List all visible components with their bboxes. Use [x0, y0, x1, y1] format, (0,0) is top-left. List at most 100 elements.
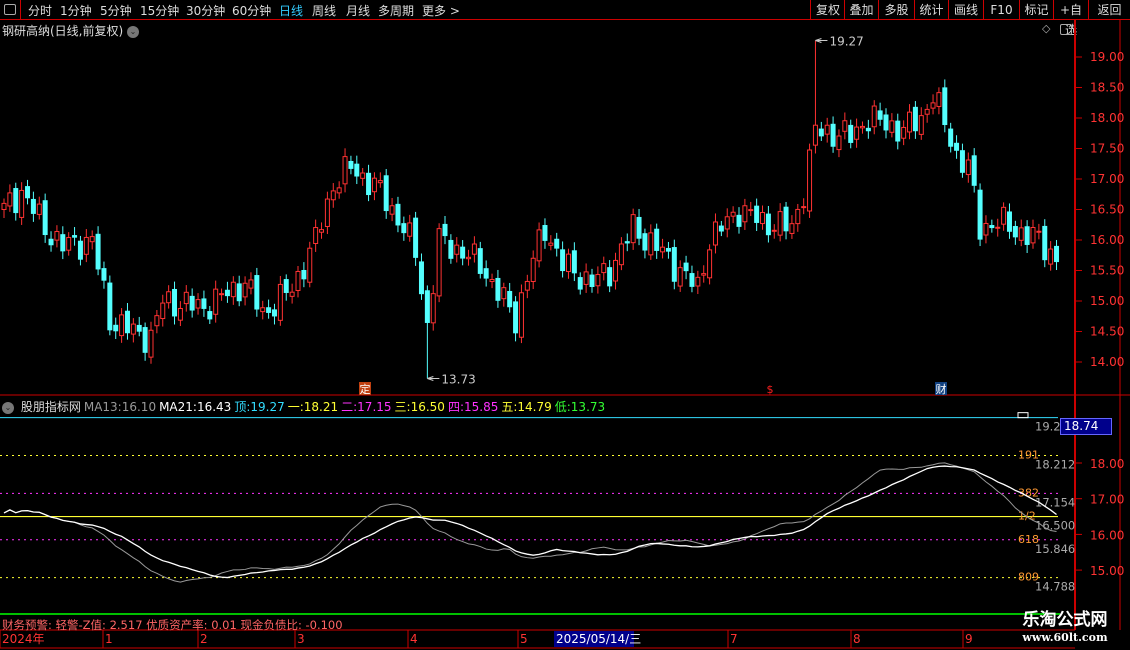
candle-body: [701, 273, 707, 276]
candle-body: [554, 238, 560, 249]
candle-body: [595, 274, 601, 287]
candle-body: [213, 288, 219, 315]
candle-body: [348, 160, 354, 169]
watermark-logo: 乐淘公式网 www.60lt.com: [1022, 610, 1108, 644]
candle-body: [319, 229, 325, 233]
candle-body: [854, 126, 860, 140]
price-tick-label: 14.50: [1090, 325, 1124, 339]
candle-body: [924, 108, 930, 115]
indicator-tick-label: 16.00: [1090, 528, 1124, 542]
candle-body: [13, 188, 19, 214]
candle-body: [389, 205, 395, 215]
candle-body: [654, 228, 660, 251]
fib-label: 809: [1018, 571, 1039, 584]
candle-body: [583, 271, 589, 285]
candle-body: [1018, 227, 1024, 241]
candle-body: [977, 189, 983, 240]
candle-body: [83, 236, 89, 255]
candle-body: [607, 267, 613, 287]
candle-body: [824, 124, 830, 135]
candle-body: [948, 128, 954, 147]
candle-body: [771, 229, 777, 232]
price-tick-label: 14.00: [1090, 355, 1124, 369]
ma13-line: [3, 462, 1057, 583]
candle-body: [613, 259, 619, 282]
candle-body: [736, 214, 742, 227]
fib-label: 618: [1018, 533, 1039, 546]
candle-body: [524, 280, 530, 291]
indicator-value: 一:18.21: [287, 400, 339, 414]
candle-body: [313, 227, 319, 244]
candle-body: [995, 226, 1001, 229]
candle-body: [577, 277, 583, 290]
candle-body: [189, 295, 195, 311]
candle-body: [748, 209, 754, 212]
candle-body: [965, 159, 971, 176]
candle-body: [330, 190, 336, 201]
candle-body: [601, 263, 607, 274]
candle-body: [124, 310, 130, 334]
cursor-date: 2025/05/14/三: [556, 632, 641, 646]
candle-body: [983, 222, 989, 236]
candle-body: [489, 279, 495, 283]
candle-body: [618, 243, 624, 266]
indicator-value: 五:14.79: [501, 400, 552, 414]
candle-body: [230, 281, 236, 298]
ma21-line: [3, 465, 1057, 579]
candle-body: [66, 237, 72, 251]
price-tick-label: 18.00: [1090, 111, 1124, 125]
candle-body: [548, 242, 554, 246]
candle-body: [818, 128, 824, 137]
candle-body: [513, 301, 519, 334]
candle-body: [1036, 230, 1042, 233]
candle-body: [901, 126, 907, 139]
candle-body: [413, 217, 419, 258]
candle-body: [154, 315, 160, 327]
candle-body: [942, 87, 948, 126]
candle-body: [624, 241, 630, 244]
candle-body: [536, 229, 542, 262]
candle-body: [689, 273, 695, 287]
candle-body: [783, 206, 789, 232]
candle-body: [760, 211, 766, 225]
candle-body: [954, 142, 960, 151]
candle-body: [1030, 227, 1036, 244]
candle-body: [1, 202, 7, 210]
x-axis-label: 8: [853, 632, 861, 646]
indicator-value: 二:17.15: [341, 400, 392, 414]
candle-body: [830, 123, 836, 147]
candle-body: [507, 290, 513, 308]
candle-body: [501, 287, 507, 300]
candle-body: [959, 150, 965, 173]
x-axis-label: 3: [297, 632, 305, 646]
indicator-tick-label: 18.00: [1090, 457, 1124, 471]
candle-body: [765, 213, 771, 236]
candle-body: [989, 225, 995, 229]
candle-body: [671, 247, 677, 282]
candle-body: [436, 228, 442, 297]
candle-body: [724, 216, 730, 230]
candle-body: [236, 283, 242, 302]
candle-body: [589, 274, 595, 287]
indicator-value: MA13:16.10: [83, 400, 157, 414]
candle-body: [36, 203, 42, 215]
candle-body: [1054, 245, 1060, 263]
candle-body: [565, 253, 571, 273]
high-label: 19.27: [829, 35, 863, 49]
chart-canvas[interactable]: 19.00 18.50 18.00 17.50 17.00 16.50 16.00 15.50…: [0, 0, 1130, 650]
candle-body: [936, 92, 942, 107]
cursor-price-label: 18.74: [1060, 418, 1112, 435]
price-tick-label: 19.00: [1090, 50, 1124, 64]
candle-body: [848, 124, 854, 143]
candle-body: [1042, 225, 1048, 261]
level-value: 17.154: [1035, 495, 1075, 509]
chevron-down-icon[interactable]: ⌄: [2, 401, 14, 414]
x-axis-label: 1: [105, 632, 113, 646]
candle-body: [477, 248, 483, 274]
candle-body: [324, 198, 330, 227]
candle-body: [54, 231, 60, 241]
indicator-name: 股朋指标网: [20, 400, 81, 414]
candle-body: [366, 172, 372, 196]
fib-label: 191: [1018, 449, 1039, 462]
candle-body: [336, 187, 342, 194]
